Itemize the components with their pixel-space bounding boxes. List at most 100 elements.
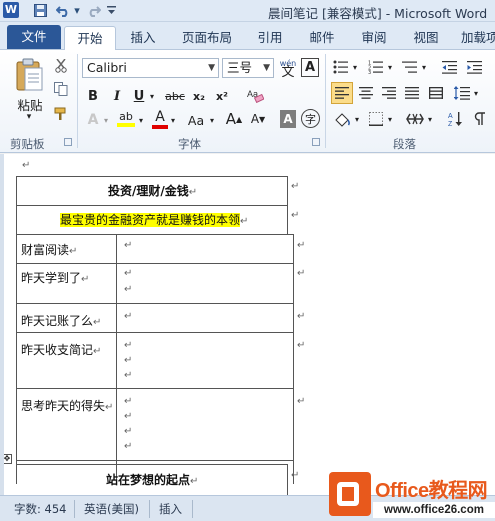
- justify-icon[interactable]: [402, 82, 422, 104]
- table-border: [16, 460, 294, 461]
- cell-mark: ↵: [240, 216, 249, 227]
- tab-view[interactable]: 视图: [409, 26, 443, 50]
- align-right-icon[interactable]: [379, 82, 399, 104]
- font-name-value: Calibri: [87, 60, 127, 75]
- font-color-dropdown-icon[interactable]: ▾: [169, 110, 177, 130]
- borders-icon[interactable]: [366, 108, 386, 130]
- paste-icon[interactable]: [12, 56, 46, 94]
- tab-review[interactable]: 审阅: [357, 26, 391, 50]
- show-marks-icon[interactable]: [470, 108, 490, 130]
- multilevel-list-icon[interactable]: [400, 58, 420, 76]
- align-center-icon[interactable]: [356, 82, 376, 104]
- word-app-icon[interactable]: W: [3, 2, 19, 18]
- highlight-button[interactable]: ab: [115, 108, 137, 130]
- paste-dropdown-icon[interactable]: ▾: [24, 112, 34, 122]
- bold-button[interactable]: B: [85, 87, 101, 105]
- change-case-button[interactable]: Aa: [184, 110, 208, 130]
- redo-icon[interactable]: [86, 2, 102, 19]
- table-row: 思考昨天的得失↵: [21, 397, 113, 414]
- row-end-mark: ↵: [297, 268, 306, 279]
- align-left-icon[interactable]: [331, 82, 353, 104]
- clipboard-dialog-launcher-icon[interactable]: [64, 138, 72, 146]
- font-name-select[interactable]: Calibri ▼: [82, 58, 219, 78]
- underline-button[interactable]: U: [132, 87, 146, 105]
- tab-insert[interactable]: 插入: [125, 26, 161, 50]
- increase-indent-icon[interactable]: [466, 58, 484, 76]
- character-shading-button[interactable]: A: [280, 110, 296, 128]
- line-spacing-icon[interactable]: [452, 82, 472, 104]
- paste-button[interactable]: 粘贴: [14, 96, 46, 113]
- motto-cell: 最宝贵的金融资产就是赚钱的本领↵: [60, 211, 248, 228]
- table-border: [16, 332, 294, 333]
- subscript-button[interactable]: x₂: [190, 87, 208, 105]
- save-icon[interactable]: [32, 2, 48, 19]
- customize-quick-access-icon[interactable]: [104, 2, 118, 19]
- undo-icon[interactable]: [53, 2, 73, 19]
- undo-dropdown-icon[interactable]: ▾: [73, 2, 81, 19]
- enclose-characters-button[interactable]: 字: [301, 109, 320, 128]
- cut-icon[interactable]: [53, 58, 69, 74]
- bullets-icon[interactable]: [331, 58, 351, 76]
- tab-file[interactable]: 文件: [7, 25, 61, 49]
- chinese-layout-dropdown-icon[interactable]: ▾: [426, 108, 434, 130]
- copy-icon[interactable]: [53, 81, 69, 97]
- cell-mark: ↵: [124, 441, 133, 452]
- row-label: 昨天学到了: [21, 271, 82, 285]
- document-area[interactable]: ↵ 投资/理财/金钱↵ ↵ 最宝贵的金融资产就是赚钱的本领↵ ↵ 财富阅读↵ ↵…: [0, 154, 495, 495]
- cell-mark: ↵: [69, 246, 78, 257]
- text-effects-button[interactable]: A: [84, 110, 102, 130]
- borders-dropdown-icon[interactable]: ▾: [386, 108, 394, 130]
- row-end-mark: ↵: [291, 181, 300, 192]
- change-case-dropdown-icon[interactable]: ▾: [208, 110, 216, 130]
- sort-icon[interactable]: AZ: [446, 108, 466, 130]
- table-border: [16, 176, 17, 484]
- paragraph-group-label: 段落: [393, 137, 416, 151]
- window-title: 晨间笔记 [兼容模式] - Microsoft Word: [268, 6, 488, 21]
- font-color-icon: A: [155, 108, 165, 125]
- insert-mode-status[interactable]: 插入: [159, 501, 182, 517]
- shading-icon[interactable]: [331, 108, 353, 130]
- multilevel-list-dropdown-icon[interactable]: ▾: [420, 58, 428, 76]
- numbering-icon[interactable]: 123: [366, 58, 386, 76]
- bullets-dropdown-icon[interactable]: ▾: [351, 58, 359, 76]
- format-painter-icon[interactable]: [53, 106, 69, 122]
- chinese-layout-icon[interactable]: [404, 108, 426, 130]
- font-size-select[interactable]: 三号 ▼: [222, 58, 274, 78]
- row-label: 昨天记账了么: [21, 314, 94, 328]
- phonetic-guide-button[interactable]: wén 文: [278, 57, 298, 79]
- font-color-button[interactable]: A: [151, 108, 169, 130]
- office-logo-icon: [329, 472, 371, 516]
- motto-text: 最宝贵的金融资产就是赚钱的本领: [60, 213, 241, 227]
- numbering-dropdown-icon[interactable]: ▾: [386, 58, 394, 76]
- tab-add-ins[interactable]: 加载项: [461, 26, 495, 50]
- distributed-icon[interactable]: [426, 82, 446, 104]
- shrink-font-button[interactable]: A ▼: [248, 109, 268, 129]
- italic-button[interactable]: I: [110, 87, 124, 105]
- language-status[interactable]: 英语(美国): [84, 501, 139, 517]
- font-group-label: 字体: [178, 137, 201, 151]
- word-count[interactable]: 字数: 454: [14, 501, 66, 517]
- underline-dropdown-icon[interactable]: ▾: [147, 87, 157, 105]
- cell-mark: ↵: [124, 355, 133, 366]
- clear-formatting-icon[interactable]: Aa: [244, 85, 266, 105]
- table-row: 昨天记账了么↵: [21, 312, 101, 329]
- tab-mailings[interactable]: 邮件: [305, 26, 339, 50]
- text-effects-dropdown-icon[interactable]: ▾: [102, 110, 110, 130]
- tab-page-layout[interactable]: 页面布局: [177, 26, 237, 50]
- tab-home[interactable]: 开始: [64, 26, 116, 51]
- strikethrough-button[interactable]: abc: [162, 87, 188, 105]
- cell-mark: ↵: [124, 268, 133, 279]
- shading-dropdown-icon[interactable]: ▾: [353, 108, 361, 130]
- font-dialog-launcher-icon[interactable]: [312, 138, 320, 146]
- row-label: 财富阅读: [21, 243, 70, 257]
- grow-font-button[interactable]: A ▲: [224, 109, 244, 129]
- line-spacing-dropdown-icon[interactable]: ▾: [472, 82, 480, 104]
- character-border-button[interactable]: A: [301, 58, 319, 77]
- tab-references[interactable]: 引用: [253, 26, 287, 50]
- superscript-button[interactable]: x²: [213, 87, 231, 105]
- highlight-dropdown-icon[interactable]: ▾: [137, 110, 145, 130]
- watermark: Office教程网 www.office26.com: [329, 466, 495, 521]
- cell-mark: ↵: [188, 187, 198, 198]
- cell-mark: ↵: [124, 370, 133, 381]
- decrease-indent-icon[interactable]: [441, 58, 459, 76]
